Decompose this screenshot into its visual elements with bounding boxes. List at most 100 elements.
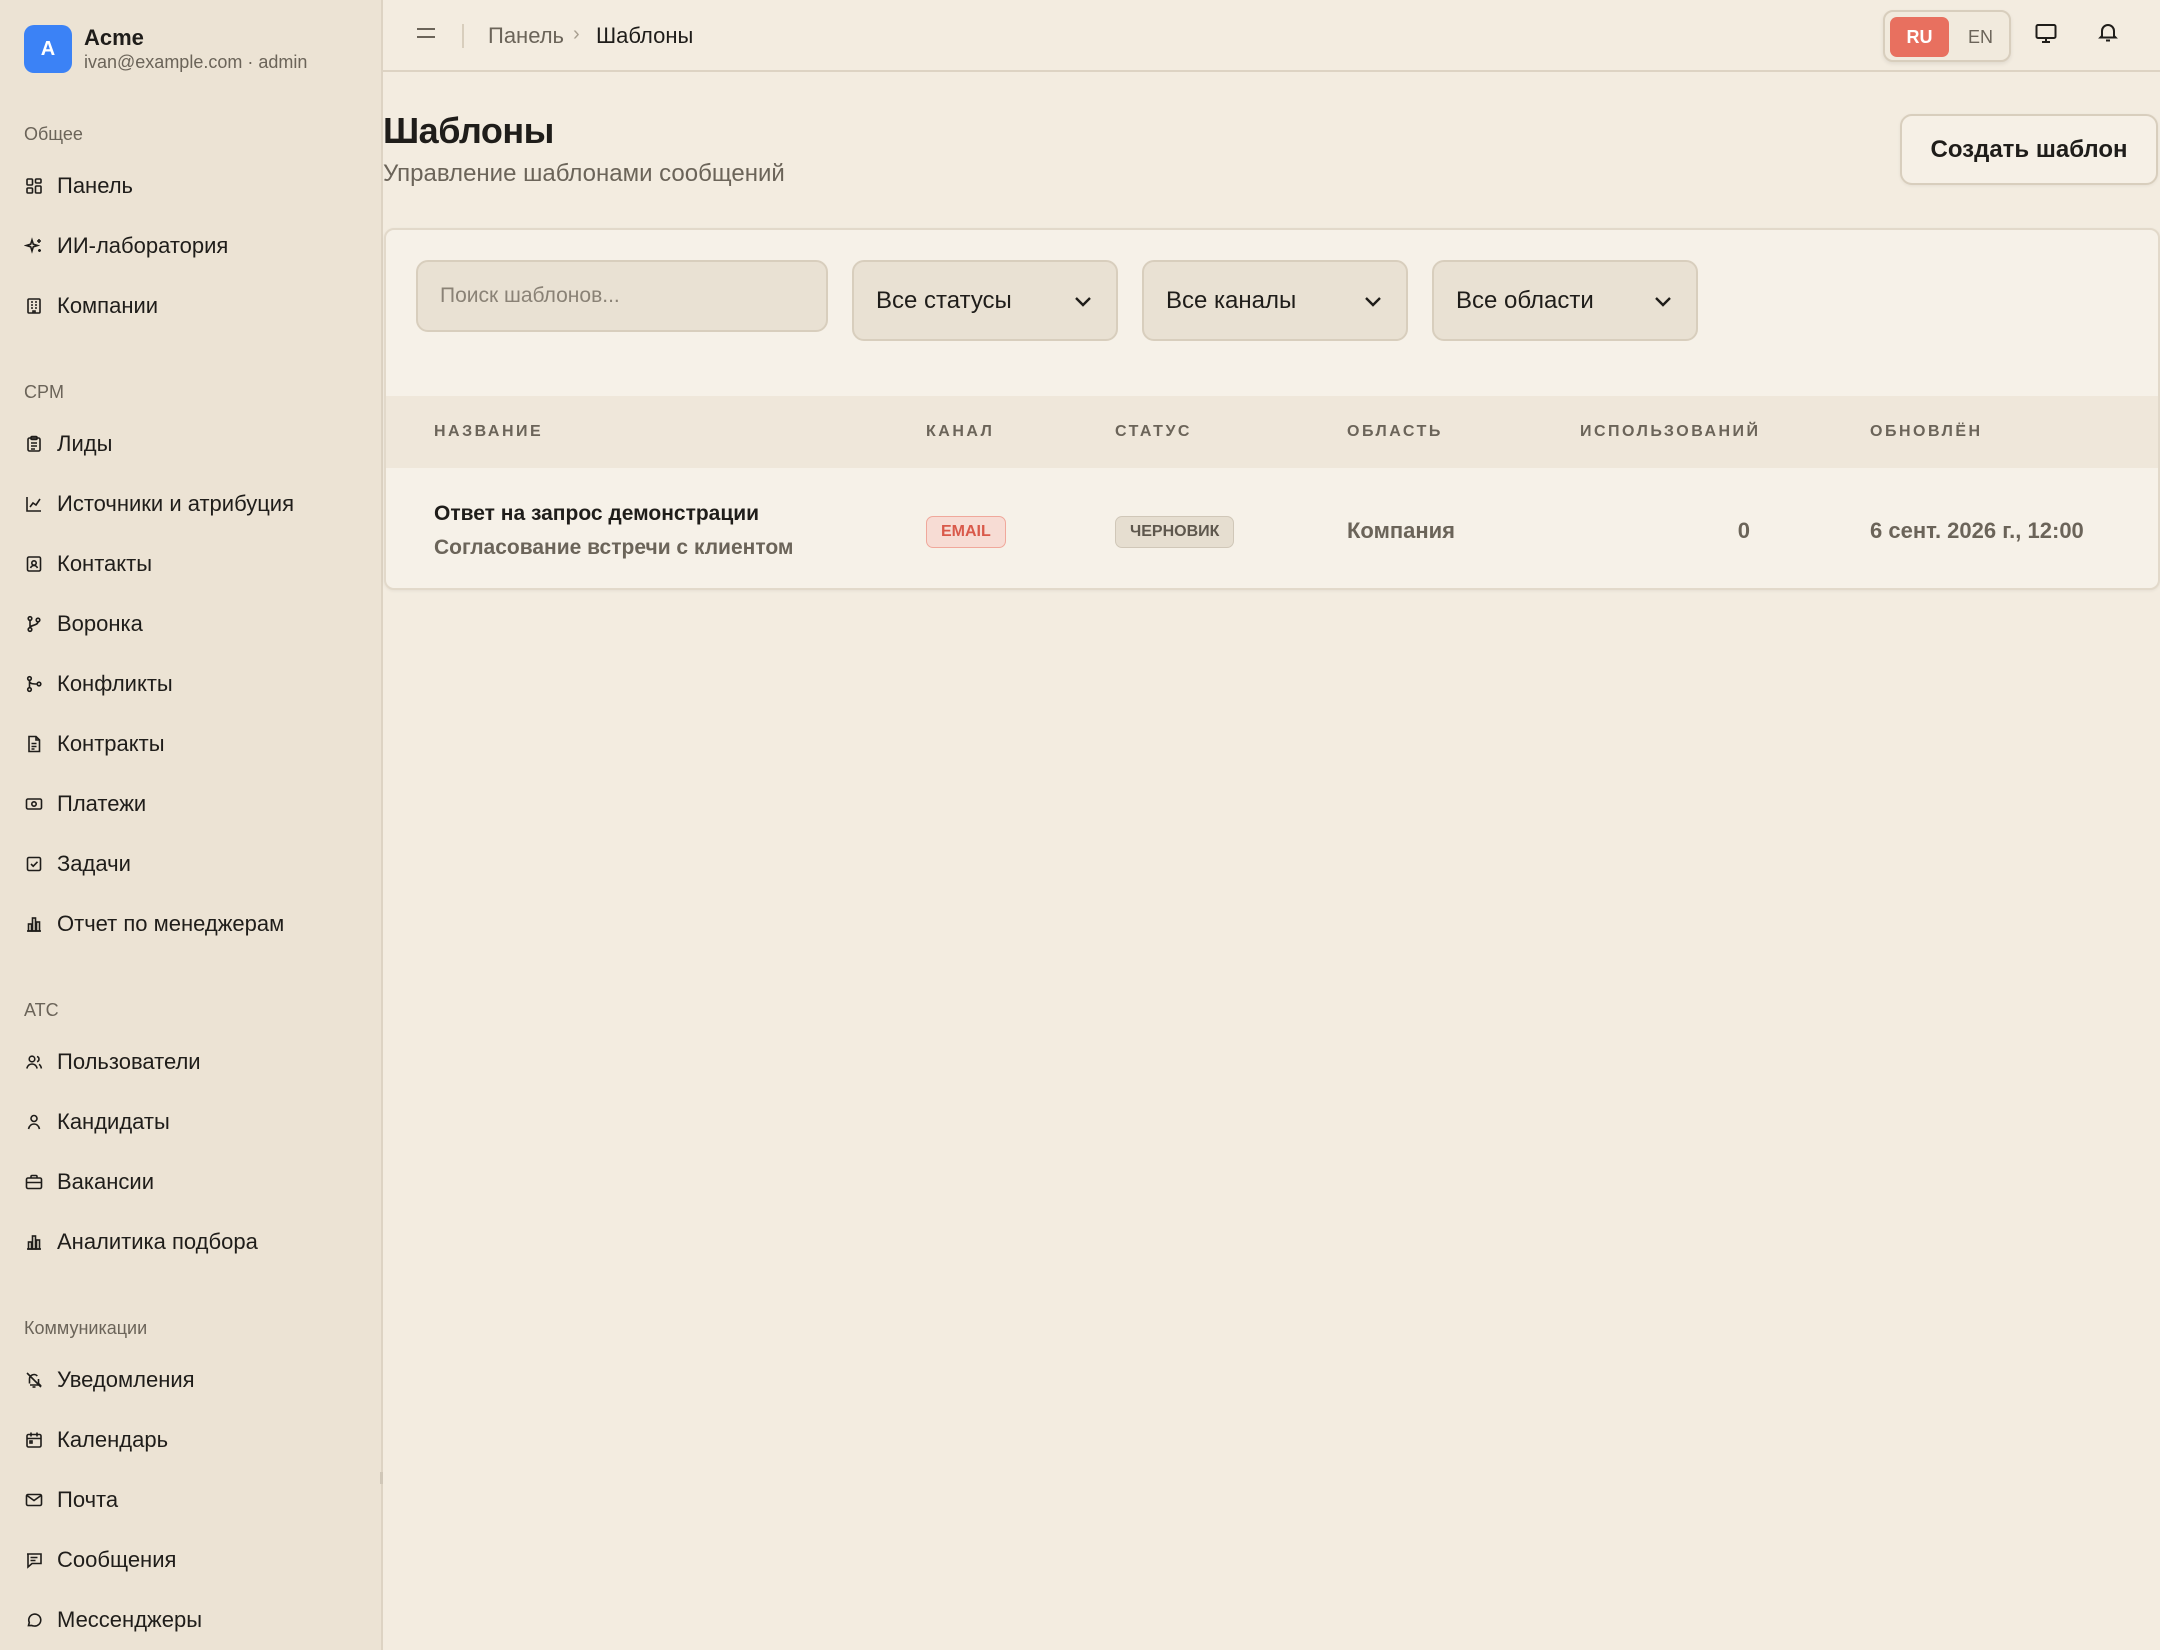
chevron-down-icon — [1652, 290, 1674, 312]
sidebar-item-label: Компании — [57, 293, 159, 318]
page-title: Шаблоны — [383, 110, 554, 151]
sidebar-item-leads[interactable]: Лиды — [24, 424, 364, 464]
file-text-icon — [24, 734, 44, 754]
account-email: ivan@example.com · admin — [84, 52, 308, 72]
sidebar-resize-handle[interactable] — [380, 1472, 383, 1484]
bell-off-icon — [24, 1370, 44, 1390]
sidebar-item-label: ИИ-лаборатория — [57, 233, 229, 258]
sidebar-item-recruiting-analytics[interactable]: Аналитика подбора — [24, 1222, 364, 1262]
chart-line-icon — [24, 494, 44, 514]
sidebar: A Acme ivan@example.com · admin Общее Па… — [0, 0, 383, 1650]
briefcase-icon — [24, 1172, 44, 1192]
create-template-button[interactable]: Создать шаблон — [1900, 114, 2158, 185]
language-switcher: RU EN — [1883, 10, 2011, 62]
sidebar-item-mail[interactable]: Почта — [24, 1480, 364, 1520]
sidebar-item-companies[interactable]: Компании — [24, 286, 364, 326]
sidebar-item-label: Почта — [57, 1487, 119, 1512]
section-label-ats: АТС — [24, 1000, 59, 1020]
search-input[interactable] — [416, 260, 828, 332]
chevron-right-icon: › — [573, 23, 580, 45]
sidebar-item-candidates[interactable]: Кандидаты — [24, 1102, 364, 1142]
table-header: НАЗВАНИЕ КАНАЛ СТАТУС ОБЛАСТЬ ИСПОЛЬЗОВА… — [386, 396, 2158, 468]
menu-icon — [415, 26, 437, 45]
sidebar-item-payments[interactable]: Платежи — [24, 784, 364, 824]
column-header-name[interactable]: НАЗВАНИЕ — [434, 423, 543, 441]
column-header-uses[interactable]: ИСПОЛЬЗОВАНИЙ — [1580, 423, 1761, 441]
chevron-down-icon — [1362, 290, 1384, 312]
sidebar-item-label: Календарь — [57, 1427, 169, 1452]
mail-icon — [24, 1490, 44, 1510]
sidebar-item-contracts[interactable]: Контракты — [24, 724, 364, 764]
git-merge-icon — [24, 674, 44, 694]
breadcrumb-link-dashboard[interactable]: Панель — [488, 23, 564, 49]
sidebar-item-vacancies[interactable]: Вакансии — [24, 1162, 364, 1202]
sidebar-item-ai-lab[interactable]: ИИ-лаборатория — [24, 226, 364, 266]
bell-icon — [2096, 20, 2120, 49]
checkbox-icon — [24, 854, 44, 874]
updated-cell: 6 сент. 2026 г., 12:00 — [1870, 518, 2084, 543]
avatar: A — [24, 25, 72, 73]
sidebar-item-messages[interactable]: Сообщения — [24, 1540, 364, 1580]
app-root: A Acme ivan@example.com · admin Общее Па… — [0, 0, 2160, 1650]
bar-chart-icon — [24, 914, 44, 934]
column-header-scope[interactable]: ОБЛАСТЬ — [1347, 423, 1443, 441]
topbar-divider — [462, 24, 464, 48]
sidebar-item-sources[interactable]: Источники и атрибуция — [24, 484, 364, 524]
sidebar-item-calendar[interactable]: Календарь — [24, 1420, 364, 1460]
sidebar-item-conflicts[interactable]: Конфликты — [24, 664, 364, 704]
sidebar-item-notifications[interactable]: Уведомления — [24, 1360, 364, 1400]
bar-chart-icon — [24, 1232, 44, 1252]
page-subtitle: Управление шаблонами сообщений — [383, 160, 785, 187]
contact-icon — [24, 554, 44, 574]
sidebar-item-label: Контакты — [57, 551, 153, 576]
templates-card: Все статусы Все каналы Все области НАЗВА… — [384, 228, 2160, 590]
display-mode-button[interactable] — [2031, 20, 2061, 50]
template-name[interactable]: Ответ на запрос демонстрации — [434, 502, 759, 526]
column-header-updated[interactable]: ОБНОВЛЁН — [1870, 423, 1983, 441]
sidebar-item-funnel[interactable]: Воронка — [24, 604, 364, 644]
sidebar-toggle-button[interactable] — [413, 22, 439, 48]
sidebar-item-dashboard[interactable]: Панель — [24, 166, 364, 206]
sidebar-item-label: Вакансии — [57, 1169, 154, 1194]
message-square-icon — [24, 1550, 44, 1570]
sidebar-item-label: Сообщения — [57, 1547, 177, 1572]
sidebar-item-label: Воронка — [57, 611, 143, 636]
git-branch-icon — [24, 614, 44, 634]
user-icon — [24, 1112, 44, 1132]
breadcrumb-current: Шаблоны — [596, 23, 694, 48]
sidebar-item-label: Платежи — [57, 791, 147, 816]
uses-cell: 0 — [1737, 518, 1750, 543]
channel-badge: EMAIL — [926, 516, 1006, 548]
sidebar-item-tasks[interactable]: Задачи — [24, 844, 364, 884]
sidebar-item-contacts[interactable]: Контакты — [24, 544, 364, 584]
users-icon — [24, 1052, 44, 1072]
scope-cell: Компания — [1347, 518, 1456, 543]
sidebar-item-label: Кандидаты — [57, 1109, 170, 1134]
column-header-channel[interactable]: КАНАЛ — [926, 423, 994, 441]
notifications-button[interactable] — [2093, 19, 2123, 49]
account-switcher[interactable]: A Acme ivan@example.com · admin — [24, 24, 307, 74]
account-name: Acme — [84, 25, 144, 50]
sidebar-item-label: Мессенджеры — [57, 1607, 203, 1632]
channel-filter-select[interactable]: Все каналы — [1142, 260, 1408, 341]
sidebar-item-manager-report[interactable]: Отчет по менеджерам — [24, 904, 364, 944]
sidebar-item-label: Контракты — [57, 731, 165, 756]
table-row[interactable]: Ответ на запрос демонстрации Согласовани… — [386, 468, 2158, 588]
sidebar-item-label: Лиды — [57, 431, 113, 456]
clipboard-icon — [24, 434, 44, 454]
sidebar-item-messengers[interactable]: Мессенджеры — [24, 1600, 364, 1640]
lang-en-button[interactable]: EN — [1953, 17, 2008, 57]
lang-ru-button[interactable]: RU — [1890, 17, 1949, 57]
sidebar-item-label: Уведомления — [57, 1367, 195, 1392]
sidebar-item-users[interactable]: Пользователи — [24, 1042, 364, 1082]
status-filter-value: Все статусы — [876, 286, 1012, 314]
status-filter-select[interactable]: Все статусы — [852, 260, 1118, 341]
topbar: Панель › Шаблоны RU EN — [383, 0, 2160, 72]
sidebar-item-label: Аналитика подбора — [57, 1229, 258, 1254]
column-header-status[interactable]: СТАТУС — [1115, 423, 1192, 441]
sidebar-item-label: Источники и атрибуция — [57, 491, 294, 516]
section-label-general: Общее — [24, 124, 83, 144]
monitor-icon — [2034, 21, 2058, 50]
template-description: Согласование встречи с клиентом — [434, 536, 794, 559]
scope-filter-select[interactable]: Все области — [1432, 260, 1698, 341]
